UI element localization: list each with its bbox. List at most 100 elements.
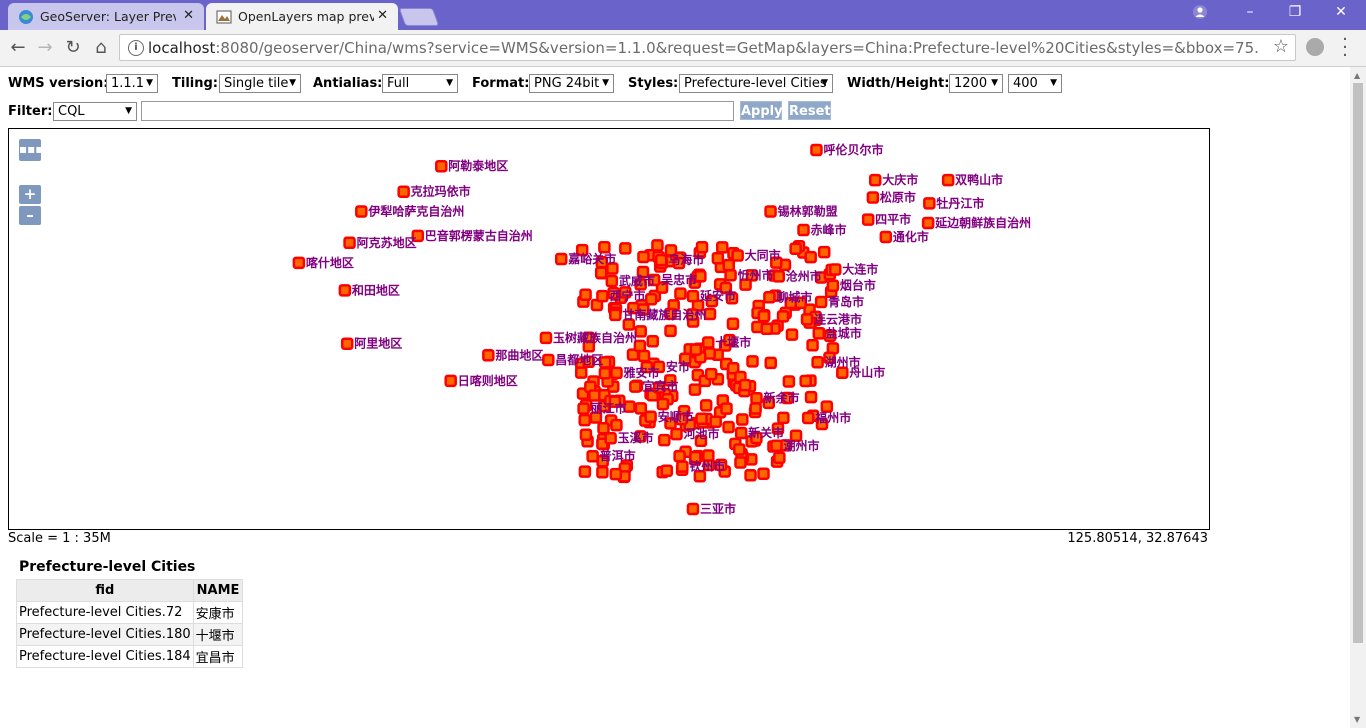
city-marker[interactable]: [292, 256, 306, 270]
city-marker[interactable]: [757, 467, 770, 480]
city-marker[interactable]: [604, 431, 617, 445]
map-viewport[interactable]: 呼伦贝尔市 阿勒泰地区 克拉玛依市 大庆市 双鸭山市 伊犁哈萨克自治州 松原市 牡丹江市 锡林郭…: [8, 128, 1210, 530]
height-select[interactable]: 400 ▼: [1008, 74, 1062, 93]
zoom-out-button[interactable]: –: [19, 206, 41, 225]
city-marker[interactable]: [596, 289, 609, 303]
city-marker[interactable]: [574, 366, 588, 379]
city-marker[interactable]: [724, 269, 737, 282]
city-marker[interactable]: [343, 236, 356, 250]
city-marker[interactable]: [726, 317, 740, 331]
city-marker[interactable]: [804, 390, 818, 404]
bookmark-star-icon[interactable]: ☆: [1273, 36, 1289, 57]
scroll-down-icon[interactable]: ▼: [1354, 715, 1360, 724]
city-marker[interactable]: [444, 374, 457, 388]
city-marker[interactable]: [764, 356, 777, 370]
styles-select[interactable]: Prefecture-level Cities ▼: [679, 74, 833, 93]
city-marker[interactable]: [829, 263, 842, 276]
scrollbar-thumb[interactable]: [1353, 83, 1363, 643]
city-marker[interactable]: [597, 422, 610, 435]
new-tab-button[interactable]: [398, 8, 440, 26]
city-marker[interactable]: [749, 402, 762, 415]
tiling-select[interactable]: Single tile ▼: [219, 74, 301, 93]
city-marker[interactable]: [435, 159, 448, 173]
filter-type-select[interactable]: CQL ▼: [53, 102, 137, 121]
city-marker[interactable]: [660, 464, 674, 477]
city-marker[interactable]: [577, 402, 590, 415]
city-marker[interactable]: [651, 239, 664, 252]
city-marker[interactable]: [654, 253, 668, 267]
filter-input[interactable]: [141, 101, 734, 121]
layer-switcher-toggle-button[interactable]: ▪▪▪: [19, 139, 43, 161]
city-marker[interactable]: [578, 413, 591, 427]
city-marker[interactable]: [605, 274, 619, 288]
city-marker[interactable]: [812, 327, 826, 340]
city-marker[interactable]: [340, 337, 354, 350]
city-marker[interactable]: [539, 331, 553, 345]
city-marker[interactable]: [772, 270, 786, 283]
city-marker[interactable]: [704, 367, 718, 381]
city-marker[interactable]: [688, 383, 702, 396]
city-marker[interactable]: [744, 469, 757, 482]
account-icon[interactable]: [1186, 4, 1214, 24]
city-marker[interactable]: [763, 291, 776, 304]
city-marker[interactable]: [760, 322, 773, 336]
city-marker[interactable]: [619, 242, 632, 255]
city-marker[interactable]: [596, 465, 609, 479]
city-marker[interactable]: [722, 258, 735, 272]
info-icon[interactable]: i: [128, 40, 144, 56]
city-marker[interactable]: [695, 241, 709, 254]
city-marker[interactable]: [709, 415, 722, 428]
city-marker[interactable]: [777, 411, 790, 425]
city-marker[interactable]: [664, 324, 677, 338]
restore-icon[interactable]: ❐: [1281, 4, 1309, 24]
city-marker[interactable]: [750, 391, 763, 405]
browser-menu-icon[interactable]: · · ·: [1340, 31, 1350, 65]
city-marker[interactable]: [542, 353, 555, 367]
city-marker[interactable]: [764, 205, 777, 218]
city-marker[interactable]: [806, 338, 819, 352]
city-marker[interactable]: [800, 313, 814, 326]
city-marker[interactable]: [586, 449, 599, 463]
city-marker[interactable]: [689, 343, 703, 356]
city-marker[interactable]: [482, 349, 495, 362]
city-marker[interactable]: [814, 295, 828, 309]
window-close-icon[interactable]: ✕: [1327, 4, 1355, 24]
city-marker[interactable]: [801, 411, 815, 425]
city-marker[interactable]: [868, 173, 882, 187]
city-marker[interactable]: [338, 284, 352, 297]
antialias-select[interactable]: Full ▼: [382, 74, 458, 93]
city-marker[interactable]: [686, 289, 700, 303]
city-marker[interactable]: [610, 366, 623, 380]
city-marker[interactable]: [722, 420, 735, 434]
city-marker[interactable]: [644, 410, 657, 424]
city-marker[interactable]: [861, 213, 875, 226]
back-arrow-icon[interactable]: ←: [6, 36, 30, 60]
forward-arrow-icon[interactable]: →: [33, 36, 57, 60]
page-scrollbar[interactable]: ▲ ▼: [1350, 67, 1366, 728]
extension-icon[interactable]: [1306, 38, 1324, 56]
reload-icon[interactable]: ↻: [61, 36, 85, 60]
minimize-icon[interactable]: –: [1236, 4, 1264, 24]
city-marker[interactable]: [646, 335, 659, 348]
city-marker[interactable]: [716, 241, 729, 254]
city-marker[interactable]: [594, 266, 608, 279]
tab-close-icon[interactable]: ✕: [377, 8, 388, 23]
city-marker[interactable]: [733, 443, 746, 456]
city-marker[interactable]: [785, 328, 799, 341]
map-canvas[interactable]: 呼伦贝尔市阿勒泰地区克拉玛依市 大庆市 双鸭山市伊犁哈萨克自治州 松原市 牡丹江市锡林郭…: [9, 129, 1209, 529]
city-marker[interactable]: [782, 375, 796, 388]
city-marker[interactable]: [670, 427, 683, 441]
city-marker[interactable]: [797, 223, 810, 237]
city-marker[interactable]: [588, 389, 601, 402]
city-marker[interactable]: [817, 245, 831, 259]
tab-close-icon[interactable]: ✕: [183, 8, 194, 23]
city-marker[interactable]: [578, 465, 592, 478]
city-marker[interactable]: [609, 467, 623, 481]
city-marker[interactable]: [810, 143, 823, 157]
city-marker[interactable]: [579, 288, 592, 301]
city-marker[interactable]: [731, 249, 744, 262]
city-marker[interactable]: [736, 413, 749, 426]
city-marker[interactable]: [701, 336, 715, 349]
city-marker[interactable]: [734, 426, 748, 440]
city-marker[interactable]: [637, 349, 651, 363]
